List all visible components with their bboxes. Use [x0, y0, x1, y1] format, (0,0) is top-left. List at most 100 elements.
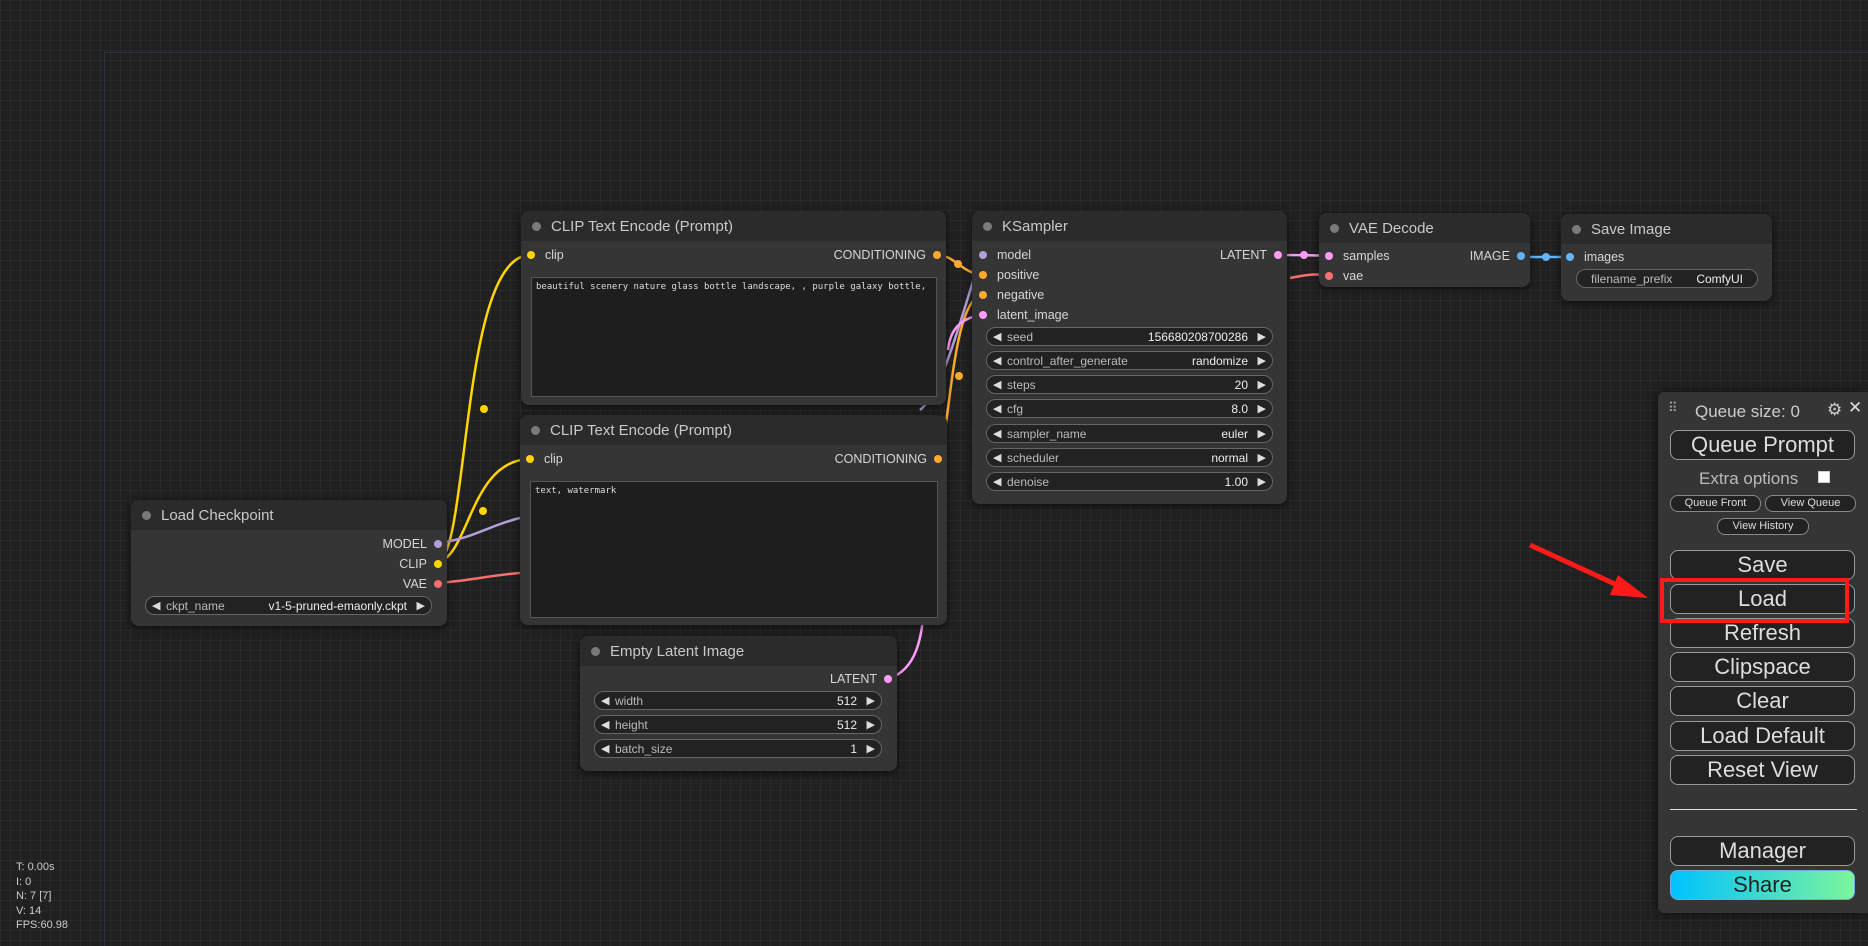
node-clip-text-encode-positive[interactable]: CLIP Text Encode (Prompt) clip CONDITION… [521, 211, 946, 405]
increment-arrow-icon[interactable]: ▶ [867, 718, 875, 731]
slot-dot[interactable] [979, 251, 987, 259]
widget-height[interactable]: ◀ height 512 ▶ [594, 715, 882, 734]
node-vae-decode[interactable]: VAE Decode samples vae IMAGE [1319, 213, 1530, 287]
save-button[interactable]: Save [1670, 550, 1855, 580]
node-title-bar[interactable]: VAE Decode [1319, 213, 1530, 243]
widget-seed[interactable]: ◀ seed 156680208700286 ▶ [986, 327, 1273, 346]
queue-prompt-button[interactable]: Queue Prompt [1670, 430, 1855, 460]
increment-arrow-icon[interactable]: ▶ [1258, 427, 1266, 440]
input-positive[interactable]: positive [979, 268, 1039, 282]
increment-arrow-icon[interactable]: ▶ [1258, 378, 1266, 391]
output-conditioning[interactable]: CONDITIONING [835, 452, 942, 466]
output-latent[interactable]: LATENT [830, 672, 892, 686]
node-title-bar[interactable]: CLIP Text Encode (Prompt) [521, 211, 946, 241]
collapse-dot[interactable] [983, 222, 992, 231]
increment-arrow-icon[interactable]: ▶ [867, 742, 875, 755]
widget-steps[interactable]: ◀ steps 20 ▶ [986, 375, 1273, 394]
share-button[interactable]: Share [1670, 870, 1855, 900]
node-title-bar[interactable]: Save Image [1561, 214, 1772, 244]
decrement-arrow-icon[interactable]: ◀ [993, 354, 1001, 367]
decrement-arrow-icon[interactable]: ◀ [993, 475, 1001, 488]
prompt-textarea[interactable]: beautiful scenery nature glass bottle la… [531, 277, 937, 397]
decrement-arrow-icon[interactable]: ◀ [152, 599, 160, 612]
slot-dot[interactable] [884, 675, 892, 683]
slot-dot[interactable] [934, 455, 942, 463]
slot-dot[interactable] [434, 560, 442, 568]
node-load-checkpoint[interactable]: Load Checkpoint MODEL CLIP VAE ◀ ckpt_na… [131, 500, 447, 626]
view-history-button[interactable]: View History [1717, 518, 1809, 535]
node-save-image[interactable]: Save Image images filename_prefix ComfyU… [1561, 214, 1772, 301]
increment-arrow-icon[interactable]: ▶ [867, 694, 875, 707]
output-model[interactable]: MODEL [383, 537, 442, 551]
input-latent-image[interactable]: latent_image [979, 308, 1069, 322]
node-title-bar[interactable]: Load Checkpoint [131, 500, 447, 530]
increment-arrow-icon[interactable]: ▶ [1258, 330, 1266, 343]
widget-denoise[interactable]: ◀ denoise 1.00 ▶ [986, 472, 1273, 491]
input-samples[interactable]: samples [1325, 249, 1390, 263]
increment-arrow-icon[interactable]: ▶ [1258, 451, 1266, 464]
decrement-arrow-icon[interactable]: ◀ [993, 330, 1001, 343]
output-clip[interactable]: CLIP [399, 557, 442, 571]
slot-dot[interactable] [1325, 272, 1333, 280]
node-title-bar[interactable]: CLIP Text Encode (Prompt) [520, 415, 947, 445]
widget-sampler-name[interactable]: ◀ sampler_name euler ▶ [986, 424, 1273, 443]
increment-arrow-icon[interactable]: ▶ [417, 599, 425, 612]
input-clip[interactable]: clip [526, 452, 563, 466]
node-title-bar[interactable]: Empty Latent Image [580, 636, 897, 666]
slot-dot[interactable] [1325, 252, 1333, 260]
output-vae[interactable]: VAE [403, 577, 442, 591]
load-default-button[interactable]: Load Default [1670, 721, 1855, 751]
input-clip[interactable]: clip [527, 248, 564, 262]
decrement-arrow-icon[interactable]: ◀ [993, 402, 1001, 415]
output-conditioning[interactable]: CONDITIONING [834, 248, 941, 262]
slot-dot[interactable] [1517, 252, 1525, 260]
node-empty-latent-image[interactable]: Empty Latent Image LATENT ◀ width 512 ▶ … [580, 636, 897, 771]
decrement-arrow-icon[interactable]: ◀ [601, 718, 609, 731]
drag-handle-icon[interactable]: ⠿ [1668, 400, 1678, 416]
decrement-arrow-icon[interactable]: ◀ [993, 427, 1001, 440]
widget-ckpt-name[interactable]: ◀ ckpt_name v1-5-pruned-emaonly.ckpt ▶ [145, 596, 432, 615]
close-icon[interactable]: ✕ [1848, 398, 1862, 418]
slot-dot[interactable] [979, 291, 987, 299]
widget-scheduler[interactable]: ◀ scheduler normal ▶ [986, 448, 1273, 467]
input-images[interactable]: images [1566, 250, 1624, 264]
load-button[interactable]: Load [1670, 584, 1855, 614]
extra-options-checkbox[interactable] [1818, 471, 1830, 483]
input-vae[interactable]: vae [1325, 269, 1363, 283]
node-ksampler[interactable]: KSampler model positive negative latent_… [972, 211, 1287, 504]
collapse-dot[interactable] [531, 426, 540, 435]
slot-dot[interactable] [434, 580, 442, 588]
prompt-textarea[interactable]: text, watermark [530, 481, 938, 618]
widget-width[interactable]: ◀ width 512 ▶ [594, 691, 882, 710]
output-image[interactable]: IMAGE [1470, 249, 1525, 263]
clear-button[interactable]: Clear [1670, 686, 1855, 716]
slot-dot[interactable] [933, 251, 941, 259]
decrement-arrow-icon[interactable]: ◀ [601, 694, 609, 707]
node-title-bar[interactable]: KSampler [972, 211, 1287, 241]
increment-arrow-icon[interactable]: ▶ [1258, 402, 1266, 415]
output-latent[interactable]: LATENT [1220, 248, 1282, 262]
settings-gear-icon[interactable]: ⚙ [1827, 400, 1842, 420]
widget-batch-size[interactable]: ◀ batch_size 1 ▶ [594, 739, 882, 758]
clipspace-button[interactable]: Clipspace [1670, 652, 1855, 682]
view-queue-button[interactable]: View Queue [1765, 495, 1856, 512]
slot-dot[interactable] [979, 271, 987, 279]
node-clip-text-encode-negative[interactable]: CLIP Text Encode (Prompt) clip CONDITION… [520, 415, 947, 625]
widget-filename-prefix[interactable]: filename_prefix ComfyUI [1576, 269, 1758, 288]
collapse-dot[interactable] [532, 222, 541, 231]
refresh-button[interactable]: Refresh [1670, 618, 1855, 648]
queue-front-button[interactable]: Queue Front [1670, 495, 1761, 512]
increment-arrow-icon[interactable]: ▶ [1258, 475, 1266, 488]
widget-cfg[interactable]: ◀ cfg 8.0 ▶ [986, 399, 1273, 418]
slot-dot[interactable] [527, 251, 535, 259]
collapse-dot[interactable] [1330, 224, 1339, 233]
slot-dot[interactable] [979, 311, 987, 319]
input-model[interactable]: model [979, 248, 1031, 262]
collapse-dot[interactable] [1572, 225, 1581, 234]
increment-arrow-icon[interactable]: ▶ [1258, 354, 1266, 367]
collapse-dot[interactable] [591, 647, 600, 656]
collapse-dot[interactable] [142, 511, 151, 520]
decrement-arrow-icon[interactable]: ◀ [993, 451, 1001, 464]
decrement-arrow-icon[interactable]: ◀ [601, 742, 609, 755]
reset-view-button[interactable]: Reset View [1670, 755, 1855, 785]
